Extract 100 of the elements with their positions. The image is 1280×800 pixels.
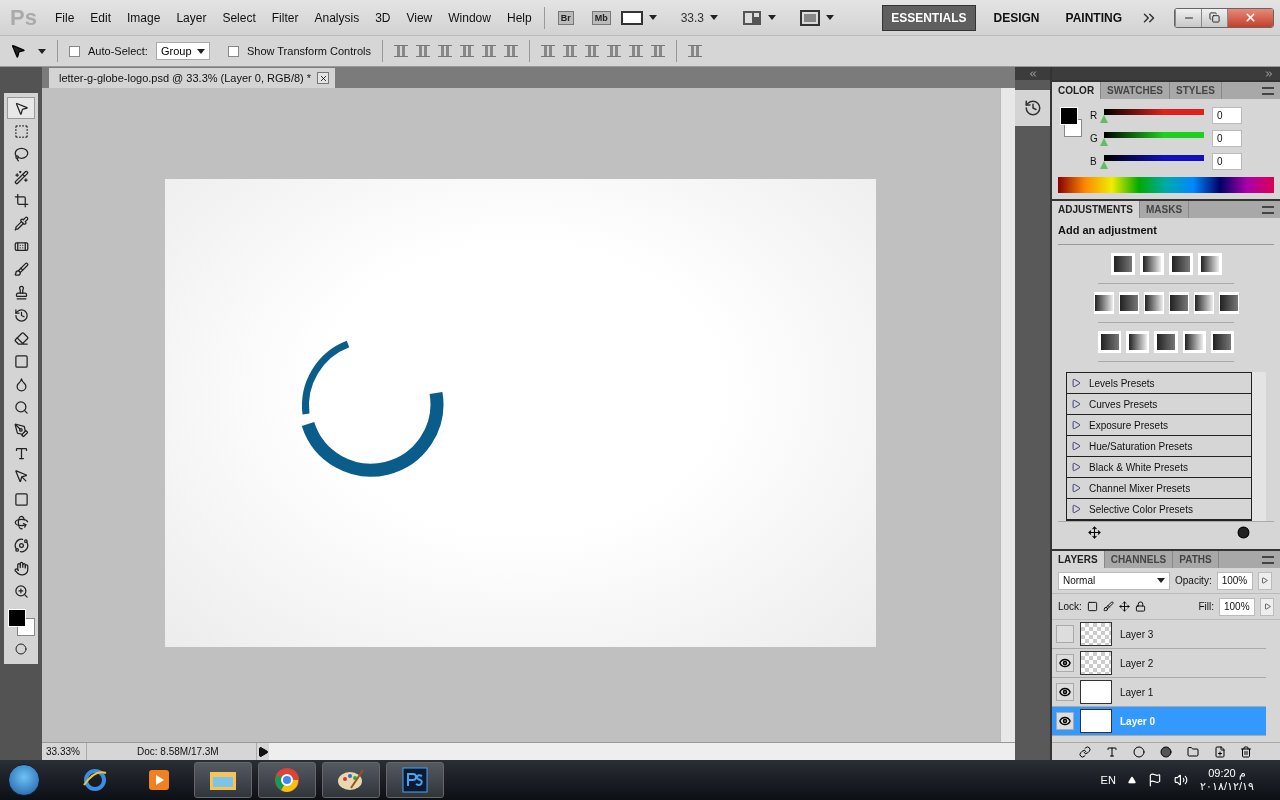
opacity-field[interactable]: 100% [1216, 571, 1253, 590]
blend-mode-select[interactable]: Normal [1058, 571, 1170, 590]
tool-button[interactable] [7, 97, 35, 119]
eyedropper-icon [13, 215, 29, 231]
stamp-icon [13, 284, 29, 300]
color-swatches[interactable] [6, 607, 36, 637]
panel-menu-icon[interactable] [1262, 205, 1274, 214]
expand-icon[interactable] [1088, 526, 1101, 539]
restore-button[interactable] [1201, 8, 1227, 27]
visibility-toggle[interactable] [1056, 625, 1074, 643]
menu-item[interactable]: 3D [368, 7, 398, 28]
fill-field[interactable]: 100% [1219, 597, 1255, 616]
distribute-icon[interactable] [585, 45, 600, 57]
trash-icon[interactable] [1240, 745, 1253, 758]
workspace-tab[interactable]: PAINTING [1057, 5, 1130, 30]
menu-item[interactable]: Analysis [307, 7, 367, 28]
color-chips[interactable] [1058, 105, 1082, 139]
panel-menu-icon[interactable] [1262, 86, 1274, 95]
close-tab-button[interactable] [317, 72, 330, 84]
menu-item[interactable]: Filter [264, 7, 306, 28]
layer-row[interactable]: Layer 1 [1052, 678, 1266, 707]
layer-row[interactable]: Layer 3 [1052, 620, 1266, 649]
history-panel-button[interactable] [1015, 90, 1050, 126]
panel-tab[interactable]: ADJUSTMENTS [1052, 201, 1140, 218]
launch-button[interactable]: Mb [591, 10, 611, 25]
history-brush-icon [13, 307, 29, 323]
panel-tab[interactable]: LAYERS [1052, 551, 1105, 568]
collapse-bar[interactable] [1015, 67, 1050, 80]
layer-name: Layer 0 [1120, 715, 1156, 727]
align-icon[interactable] [460, 45, 475, 57]
lock-pixels-icon[interactable] [1086, 601, 1098, 612]
preset-scrollbar[interactable] [1252, 372, 1266, 521]
distribute-icon[interactable] [541, 45, 556, 57]
align-icon[interactable] [394, 45, 409, 57]
menu-item[interactable]: Window [441, 7, 498, 28]
taskbar-app[interactable] [258, 762, 316, 798]
menu-item[interactable]: View [399, 7, 440, 28]
launch-button[interactable]: Br [557, 10, 574, 25]
auto-align-icon[interactable] [688, 45, 703, 57]
tray-expand-icon[interactable] [1127, 776, 1136, 784]
slider-thumb[interactable] [1100, 161, 1108, 169]
distribute-icon[interactable] [629, 45, 644, 57]
menu-item[interactable]: File [48, 7, 82, 28]
visibility-toggle[interactable] [1056, 712, 1074, 730]
flag-icon[interactable] [1147, 773, 1162, 787]
arrange-icon[interactable] [742, 9, 763, 26]
distribute-icon[interactable] [651, 45, 666, 57]
panel-tab[interactable]: COLOR [1052, 82, 1102, 99]
distribute-icon[interactable] [563, 45, 578, 57]
menu-item[interactable]: Help [499, 7, 539, 28]
start-button[interactable] [8, 764, 40, 796]
language-indicator[interactable]: EN [1100, 774, 1116, 786]
panel-menu-icon[interactable] [1262, 555, 1274, 564]
caret-icon [1071, 483, 1081, 493]
distribute-icon[interactable] [607, 45, 622, 57]
channel-value[interactable]: 0 [1212, 129, 1242, 147]
checkbox[interactable] [69, 45, 80, 57]
auto-select-label: Auto-Select: [88, 45, 148, 57]
close-button[interactable] [1227, 8, 1273, 27]
mask-icon[interactable] [1133, 745, 1146, 758]
minimize-button[interactable] [1175, 8, 1201, 27]
group-select[interactable]: Group [155, 42, 210, 60]
align-icon[interactable] [416, 45, 431, 57]
channel-value[interactable]: 0 [1212, 152, 1242, 170]
brush-icon[interactable] [1102, 601, 1114, 612]
taskbar-app[interactable] [386, 762, 444, 798]
menu-item[interactable]: Layer [169, 7, 214, 28]
move-tool-icon[interactable] [10, 43, 26, 59]
zoom-level[interactable]: 33.3 [680, 10, 705, 25]
menu-item[interactable]: Select [215, 7, 263, 28]
align-icon[interactable] [504, 45, 519, 57]
lock-icon[interactable] [1134, 601, 1146, 612]
screen-mode-icon[interactable] [800, 9, 821, 26]
horizontal-scrollbar[interactable] [269, 743, 1015, 760]
channel-value[interactable]: 0 [1212, 106, 1242, 124]
vertical-scrollbar[interactable] [1000, 88, 1015, 742]
color-spectrum[interactable] [1058, 177, 1274, 193]
play-icon[interactable] [257, 745, 269, 758]
workspace-tab[interactable]: ESSENTIALS [882, 4, 976, 31]
document-tab[interactable]: letter-g-globe-logo.psd @ 33.3% (Layer 0, RGB/8) * [49, 68, 336, 88]
taskbar-app[interactable] [322, 762, 380, 798]
new-layer-icon[interactable] [1213, 745, 1226, 758]
taskbar-app[interactable] [194, 762, 252, 798]
volume-icon[interactable] [1173, 773, 1188, 787]
slider-thumb[interactable] [1100, 115, 1108, 123]
adjustment-layer-icon[interactable] [1159, 745, 1172, 758]
slider-thumb[interactable] [1100, 138, 1108, 146]
align-icon[interactable] [482, 45, 497, 57]
layer-row[interactable]: Layer 2 [1052, 649, 1266, 678]
film-icon[interactable] [620, 9, 643, 26]
checkbox[interactable] [227, 45, 239, 57]
menu-item[interactable]: Edit [83, 7, 119, 28]
move-icon[interactable] [1118, 601, 1130, 612]
align-icon[interactable] [438, 45, 453, 57]
visibility-toggle[interactable] [1056, 654, 1074, 672]
menu-item[interactable]: Image [120, 7, 168, 28]
visibility-toggle[interactable] [1056, 683, 1074, 701]
workspace-tab[interactable]: DESIGN [985, 5, 1048, 30]
folder-icon[interactable] [1186, 745, 1199, 758]
link-icon[interactable] [1079, 745, 1092, 758]
